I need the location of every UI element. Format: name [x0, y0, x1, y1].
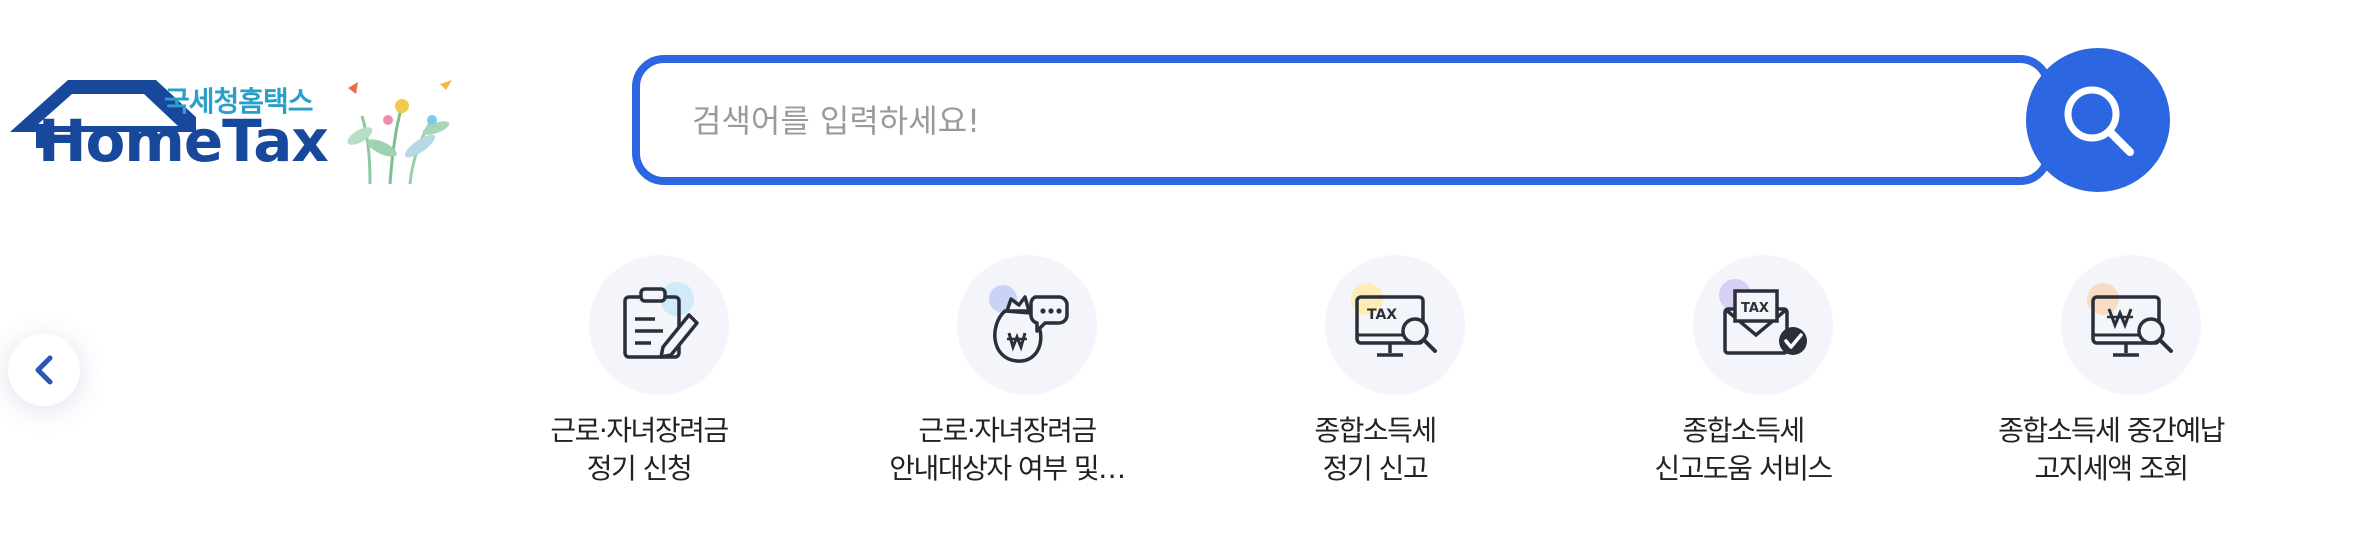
menu-item-income-tax-filing[interactable]: TAX 종합소득세 정기 신고: [1195, 255, 1555, 495]
plant-decoration-icon: [347, 80, 452, 185]
search-button[interactable]: [2026, 48, 2170, 192]
search-icon: [2064, 86, 2134, 156]
menu-item-interim-prepayment[interactable]: 종합소득세 중간예납 고지세액 조회: [1931, 255, 2291, 495]
money-bag-chat-icon: [957, 255, 1097, 395]
menu-item-label: 근로·자녀장려금 정기 신청: [550, 414, 729, 485]
menu-item-label: 종합소득세 신고도움 서비스: [1654, 414, 1833, 485]
search-box: [632, 55, 2052, 185]
svg-text:TAX: TAX: [1741, 301, 1769, 316]
svg-text:TAX: TAX: [1367, 307, 1397, 323]
won-monitor-search-icon: [2061, 255, 2201, 395]
carousel-prev-button[interactable]: [8, 334, 80, 406]
menu-item-incentive-eligibility[interactable]: 근로·자녀장려금 안내대상자 여부 및…: [827, 255, 1187, 495]
menu-item-filing-help-service[interactable]: TAX 종합소득세 신고도움 서비스: [1563, 255, 1923, 495]
hometax-logo[interactable]: 국세청홈택스 HomeTax: [0, 60, 470, 190]
logo-title: HomeTax: [38, 107, 329, 175]
menu-item-label: 종합소득세 정기 신고: [1314, 414, 1437, 485]
tax-envelope-check-icon: TAX: [1693, 255, 1833, 395]
menu-item-label: 종합소득세 중간예납 고지세액 조회: [1998, 414, 2225, 485]
tax-monitor-search-icon: TAX: [1325, 255, 1465, 395]
menu-item-incentive-apply[interactable]: 근로·자녀장려금 정기 신청: [459, 255, 819, 495]
search-input[interactable]: [690, 63, 1944, 179]
clipboard-pen-icon: [589, 255, 729, 395]
menu-item-label: 근로·자녀장려금 안내대상자 여부 및…: [889, 414, 1126, 485]
chevron-left-icon: [35, 355, 53, 385]
